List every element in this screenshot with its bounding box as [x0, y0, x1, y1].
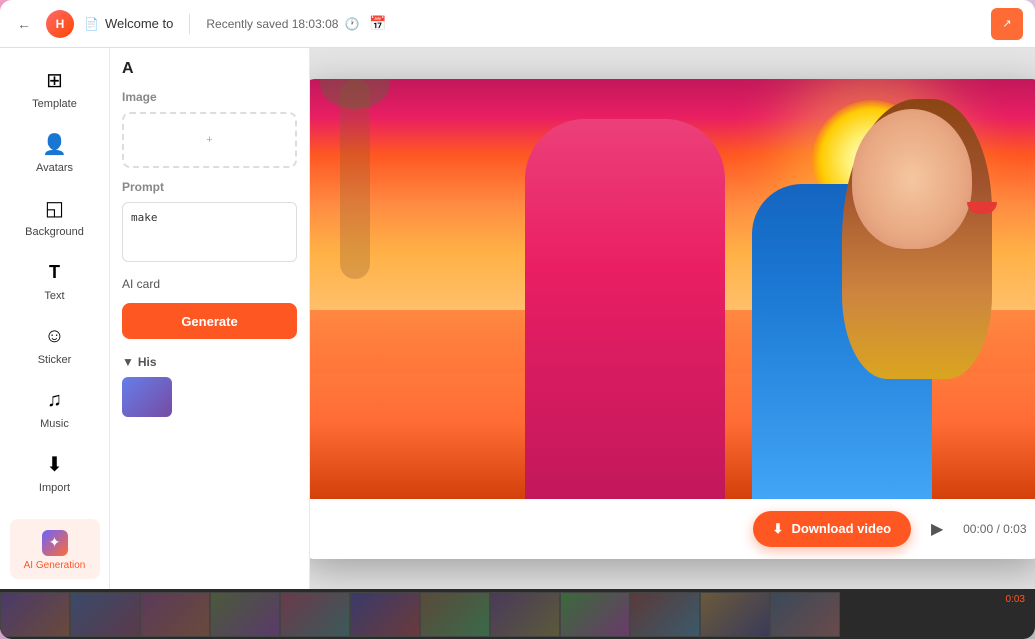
video-preview: [310, 79, 1035, 499]
sidebar: ⊞ Template 👤 Avatars ◱ Background T Text…: [0, 48, 110, 589]
doc-title-text: Welcome to: [105, 16, 173, 31]
sidebar-item-avatars[interactable]: 👤 Avatars: [10, 122, 100, 182]
main-content: ⊞ Template 👤 Avatars ◱ Background T Text…: [0, 48, 1035, 589]
sidebar-label-text: Text: [44, 290, 64, 302]
download-video-button[interactable]: ⬇ Download video: [753, 511, 912, 547]
timeline-frame-4: [210, 592, 280, 637]
sidebar-item-text[interactable]: T Text: [10, 250, 100, 310]
play-button[interactable]: ▶: [921, 513, 953, 545]
sidebar-label-import: Import: [39, 482, 70, 494]
text-icon: T: [41, 258, 69, 286]
doc-title: 📄 Welcome to: [84, 16, 173, 31]
video-controls-bar: ⬇ Download video ▶ 00:00 / 0:03: [310, 499, 1035, 559]
background-icon: ◱: [41, 194, 69, 222]
video-modal-container: ⬇ Download video ▶ 00:00 / 0:03: [310, 79, 1035, 559]
sidebar-item-music[interactable]: ♫ Music: [10, 378, 100, 438]
sidebar-label-background: Background: [25, 226, 84, 238]
canvas-area: ⬇ Download video ▶ 00:00 / 0:03: [310, 48, 1035, 589]
time-display: 00:00 / 0:03: [963, 522, 1026, 536]
prompt-input[interactable]: make: [122, 202, 297, 262]
download-label: Download video: [791, 521, 891, 536]
timeline-frame-12: [770, 592, 840, 637]
calendar-icon: 📅: [369, 15, 386, 32]
timeline-track: [0, 589, 840, 639]
chevron-down-icon: ▼: [122, 355, 134, 369]
sidebar-label-avatars: Avatars: [36, 162, 73, 174]
ai-generation-icon: ✦: [41, 528, 69, 556]
history-header[interactable]: ▼ His: [122, 355, 297, 369]
sidebar-label-music: Music: [40, 418, 69, 430]
timeline-frame-11: [700, 592, 770, 637]
title-separator: [189, 14, 190, 34]
panel-title: A: [122, 60, 297, 78]
left-panel: A Image + Prompt make AI card Generate ▼…: [110, 48, 310, 589]
history-section: ▼ His: [122, 355, 297, 417]
pink-torso: [525, 119, 725, 499]
doc-icon: 📄: [84, 17, 99, 31]
history-label: His: [138, 355, 157, 369]
clock-icon: 🕐: [344, 17, 359, 31]
saved-text: Recently saved 18:03:08: [206, 17, 338, 31]
timeline-frame-10: [630, 592, 700, 637]
couple-scene: [310, 79, 1035, 499]
editor-and-right: A Image + Prompt make AI card Generate ▼…: [110, 48, 1035, 589]
timeline-time-label: 0:03: [1006, 594, 1025, 605]
prompt-section-label: Prompt: [122, 180, 297, 194]
avatars-icon: 👤: [41, 130, 69, 158]
timeline-frame-7: [420, 592, 490, 637]
girl-face: [852, 109, 972, 249]
ai-card-label: AI card: [122, 277, 297, 291]
history-thumbnail[interactable]: [122, 377, 172, 417]
back-button[interactable]: ←: [12, 12, 36, 36]
person-blue: [752, 129, 932, 499]
sidebar-item-template[interactable]: ⊞ Template: [10, 58, 100, 118]
generate-button[interactable]: Generate: [122, 303, 297, 339]
play-icon: ▶: [931, 519, 943, 539]
image-section-label: Image: [122, 90, 297, 104]
app-window: ← H 📄 Welcome to Recently saved 18:03:08…: [0, 0, 1035, 639]
sidebar-item-ai-generation[interactable]: ✦ AI Generation: [10, 519, 100, 579]
sidebar-item-background[interactable]: ◱ Background: [10, 186, 100, 246]
share-icon: ↗: [1002, 17, 1011, 30]
sidebar-label-template: Template: [32, 98, 77, 110]
person-pink: [525, 119, 725, 499]
timeline-frame-3: [140, 592, 210, 637]
saved-info: Recently saved 18:03:08 🕐: [206, 17, 359, 31]
music-icon: ♫: [41, 386, 69, 414]
import-icon: ⬇: [41, 450, 69, 478]
sidebar-item-sticker[interactable]: ☺ Sticker: [10, 314, 100, 374]
timeline-frame-5: [280, 592, 350, 637]
timeline-frame-2: [70, 592, 140, 637]
upload-icon: +: [144, 134, 275, 146]
timeline-frame-1: [0, 592, 70, 637]
share-button[interactable]: ↗: [991, 8, 1023, 40]
top-bar: ← H 📄 Welcome to Recently saved 18:03:08…: [0, 0, 1035, 48]
top-bar-right: ↗: [991, 8, 1023, 40]
sidebar-label-sticker: Sticker: [38, 354, 72, 366]
timeline-frame-8: [490, 592, 560, 637]
app-logo: H: [46, 10, 74, 38]
timeline-bar: 0:03: [0, 589, 1035, 639]
image-upload-area[interactable]: +: [122, 112, 297, 168]
video-modal-overlay: ⬇ Download video ▶ 00:00 / 0:03: [310, 48, 1035, 589]
timeline-frame-9: [560, 592, 630, 637]
download-icon: ⬇: [773, 521, 784, 537]
logo-text: H: [56, 17, 65, 31]
sidebar-item-import[interactable]: ⬇ Import: [10, 442, 100, 502]
sidebar-label-ai-generation: AI Generation: [24, 560, 86, 571]
girl-lips: [967, 202, 997, 214]
back-icon: ←: [17, 16, 31, 32]
sticker-icon: ☺: [41, 322, 69, 350]
timeline-frame-6: [350, 592, 420, 637]
template-icon: ⊞: [41, 66, 69, 94]
